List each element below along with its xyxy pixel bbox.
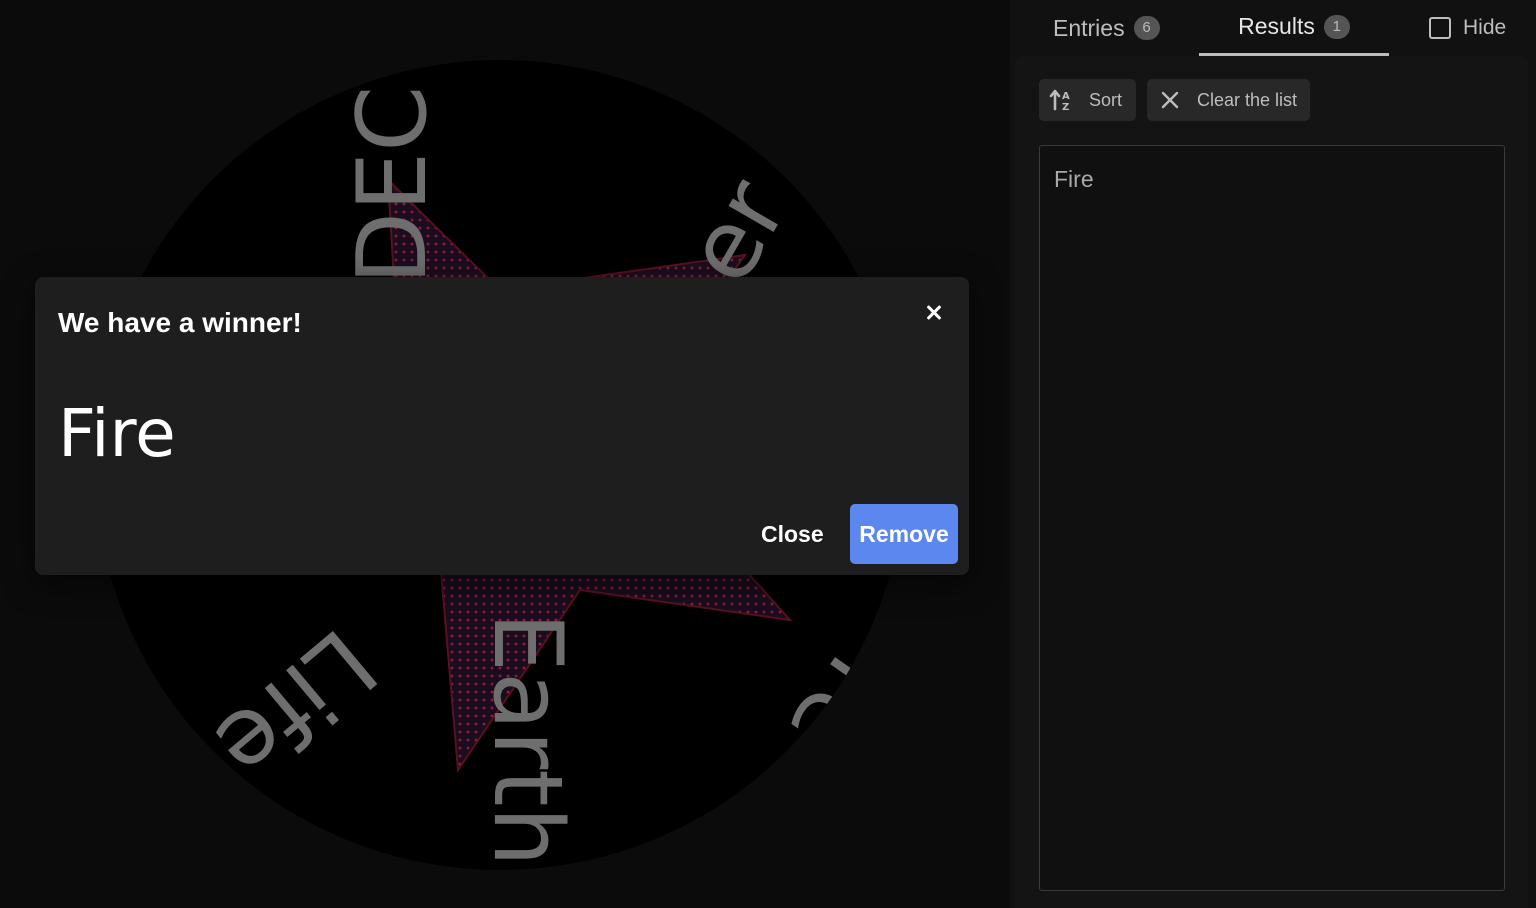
results-panel: A Z Sort Clear the list Fire: [1015, 56, 1528, 908]
sort-icon: A Z: [1049, 89, 1070, 112]
checkbox-icon[interactable]: [1429, 17, 1451, 39]
results-count-badge: 1: [1323, 14, 1350, 39]
entries-count-badge: 6: [1133, 16, 1160, 40]
sort-label: Sort: [1089, 89, 1123, 110]
close-icon[interactable]: [919, 297, 949, 327]
clear-label: Clear the list: [1197, 89, 1298, 110]
winner-dialog: We have a winner! Fire Close Remove: [35, 277, 969, 575]
clear-list-button[interactable]: Clear the list: [1147, 79, 1310, 121]
winner-name: Fire: [58, 395, 176, 472]
tab-results[interactable]: Results 1: [1199, 0, 1389, 56]
hide-label: Hide: [1463, 16, 1507, 39]
results-item: Fire: [1054, 166, 1094, 192]
close-button[interactable]: Close: [747, 504, 838, 564]
tab-label: Entries: [1053, 14, 1125, 41]
tab-bar: Entries 6 Results 1 Hide: [1015, 0, 1536, 56]
sort-button[interactable]: A Z Sort: [1039, 79, 1136, 121]
tab-label: Results: [1238, 13, 1315, 39]
close-icon: [1161, 91, 1179, 109]
tab-entries[interactable]: Entries 6: [1053, 0, 1160, 56]
results-textarea[interactable]: Fire: [1039, 145, 1505, 891]
dialog-title: We have a winner!: [58, 307, 302, 338]
remove-button[interactable]: Remove: [850, 504, 958, 564]
hide-checkbox[interactable]: Hide: [1429, 0, 1506, 56]
svg-text:A: A: [1062, 91, 1070, 102]
svg-text:Z: Z: [1062, 102, 1069, 112]
